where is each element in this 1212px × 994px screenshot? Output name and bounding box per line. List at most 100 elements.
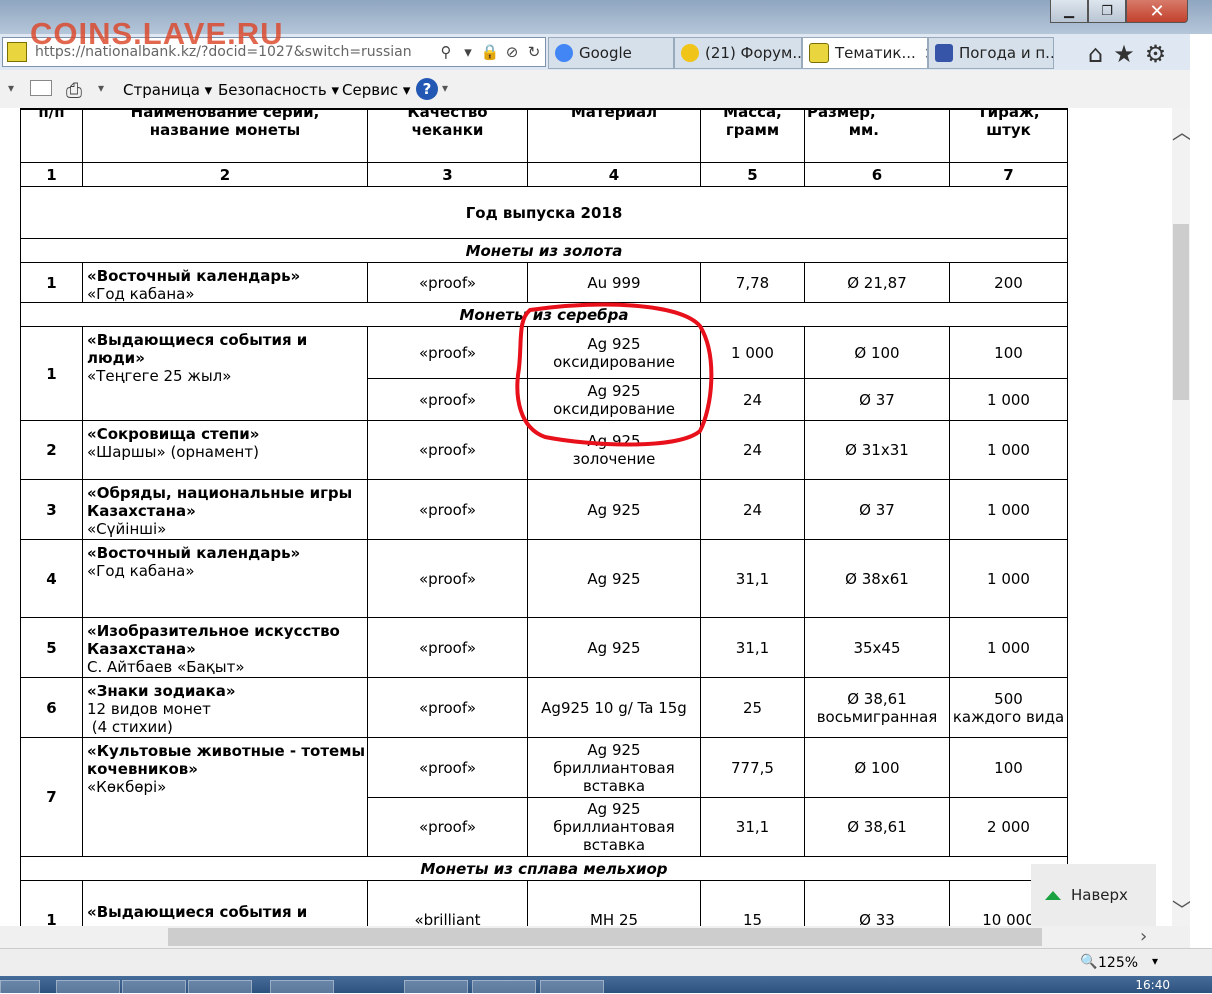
coin-title: «Сүйінші» (87, 520, 167, 538)
size-cell: 35x45 (804, 617, 950, 678)
horizontal-scrollbar[interactable]: › (0, 926, 1190, 948)
mintage-cell: 1 000 (949, 479, 1068, 540)
coin-name-cell: «Культовые животные - тотемы кочевников»… (82, 737, 368, 857)
start-button-icon[interactable] (0, 980, 40, 994)
quality-cell: «proof» (367, 797, 528, 857)
taskbar-app-icon[interactable] (188, 980, 252, 994)
mass-cell: 1 000 (700, 326, 805, 379)
horizontal-scroll-thumb[interactable] (168, 928, 1042, 946)
menu-page[interactable]: Страница ▾ (123, 81, 212, 99)
tab-forum[interactable]: (21) Форум... (674, 37, 802, 69)
size-cell: Ø 100 (804, 326, 950, 379)
vertical-scrollbar[interactable]: ︿ ﹀ (1172, 108, 1192, 926)
row-number-text: 5 (46, 638, 57, 657)
vertical-scroll-thumb[interactable] (1173, 224, 1189, 400)
mintage-text: 500 (994, 689, 1023, 708)
row-number-text: 2 (46, 441, 57, 459)
dropdown-icon[interactable]: ▾ (8, 81, 14, 95)
compat-view-icon[interactable]: ⊘ (501, 43, 523, 61)
quality-text: «proof» (418, 390, 477, 409)
material-cell: Ag 925 золочение (527, 420, 701, 480)
column-header-text: Тираж, (977, 108, 1040, 121)
settings-gear-icon[interactable]: ⚙ (1145, 40, 1167, 68)
lock-icon[interactable]: 🔒 (479, 43, 501, 61)
material-text: оксидирование (553, 399, 675, 418)
mass-cell: 15 (700, 880, 805, 926)
mass-text: 31,1 (735, 638, 770, 657)
zoom-dropdown-icon[interactable]: ▾ (1152, 954, 1158, 968)
search-icon[interactable]: ⚲ (435, 43, 457, 61)
quality-text: «proof» (418, 273, 477, 292)
size-cell: Ø 38x61 (804, 539, 950, 618)
row-number-text: 1 (46, 273, 57, 292)
quality-text: «proof» (418, 343, 477, 362)
menu-security[interactable]: Безопасность ▾ (218, 81, 339, 99)
maximize-button[interactable]: ❐ (1088, 0, 1126, 23)
taskbar-app-icon[interactable] (270, 980, 334, 994)
menu-service[interactable]: Сервис ▾ (342, 81, 410, 99)
year-title: Год выпуска 2018 (465, 203, 623, 222)
tab-label: Погода и п... (959, 44, 1054, 62)
scroll-right-arrow-icon[interactable]: › (1140, 926, 1147, 947)
series-title: «Изобразительное искусство Казахстана» (87, 622, 340, 658)
quality-cell: «proof» (367, 262, 528, 303)
column-header: Тираж, штук (949, 108, 1068, 163)
column-header-text: п/п (38, 108, 65, 121)
scroll-up-arrow-icon[interactable]: ︿ (1172, 116, 1192, 145)
print-icon[interactable]: ⎙ (66, 78, 82, 102)
material-cell: Au 999 (527, 262, 701, 303)
coin-name-cell: «Сокровища степи» «Шаршы» (орнамент) (82, 420, 368, 480)
read-mail-icon[interactable] (30, 80, 52, 96)
taskbar-ie-icon[interactable] (540, 980, 604, 994)
section-row: Монеты из сплава мельхиор (20, 856, 1068, 881)
series-title: «Выдающиеся события и люди» (87, 331, 308, 367)
taskbar-folder-icon[interactable] (56, 980, 120, 994)
mintage-text: 2 000 (987, 818, 1030, 836)
material-text: оксидирование (553, 352, 675, 371)
column-number-text: 5 (747, 165, 758, 184)
material-text: Ag 925 (587, 740, 641, 759)
favorites-star-icon[interactable]: ★ (1113, 40, 1135, 68)
material-text: бриллиантовая (553, 818, 675, 836)
column-number-text: 7 (1003, 165, 1014, 184)
material-text: Ag 925 (587, 381, 641, 400)
material-text: МН 25 (589, 911, 639, 926)
scroll-down-arrow-icon[interactable]: ﹀ (1172, 894, 1192, 923)
minimize-button[interactable]: ▁ (1050, 0, 1088, 23)
refresh-icon[interactable]: ↻ (523, 43, 545, 61)
material-cell: Ag 925 оксидирование (527, 378, 701, 421)
column-header-text: чеканки (411, 121, 484, 139)
help-icon[interactable]: ? (416, 78, 438, 100)
mintage-text: 10 000 (982, 911, 1035, 926)
taskbar-app-icon[interactable] (122, 980, 186, 994)
back-to-top-button[interactable]: Наверх (1031, 864, 1156, 926)
material-cell: Ag 925 (527, 479, 701, 540)
print-dropdown-icon[interactable]: ▾ (98, 81, 104, 95)
zoom-level[interactable]: 125% (1098, 955, 1138, 971)
close-window-button[interactable]: ✕ (1126, 0, 1188, 23)
mintage-cell: 1 000 (949, 539, 1068, 618)
coin-name-cell: «Обряды, национальные игры Казахстана» «С… (82, 479, 368, 540)
tab-thematic[interactable]: Тематик... ✕ (802, 37, 928, 69)
coin-name-cell: «Выдающиеся события и люди» (82, 880, 368, 926)
taskbar-opera-icon[interactable] (404, 980, 468, 994)
material-text: золочение (572, 450, 656, 468)
tab-google[interactable]: Google (548, 37, 674, 69)
help-dropdown-icon[interactable]: ▾ (442, 81, 448, 95)
mintage-text: 1 000 (987, 500, 1030, 519)
dropdown-icon[interactable]: ▾ (457, 43, 479, 61)
mintage-cell: 200 (949, 262, 1068, 303)
column-number-text: 4 (608, 165, 620, 184)
mintage-text: 1 000 (987, 638, 1030, 657)
column-header: п/п (20, 108, 83, 163)
column-header: Масса, грамм (700, 108, 805, 163)
material-cell: Ag 925 (527, 617, 701, 678)
home-icon[interactable]: ⌂ (1088, 40, 1103, 68)
size-text: Ø 100 (854, 343, 900, 362)
mintage-text: 1 000 (987, 441, 1030, 459)
row-number: 1 (20, 880, 83, 926)
taskbar-viber-icon[interactable] (472, 980, 536, 994)
quality-cell: «proof» (367, 326, 528, 379)
tab-weather[interactable]: Погода и п... (928, 37, 1054, 69)
section-row: Монеты из золота (20, 238, 1068, 263)
